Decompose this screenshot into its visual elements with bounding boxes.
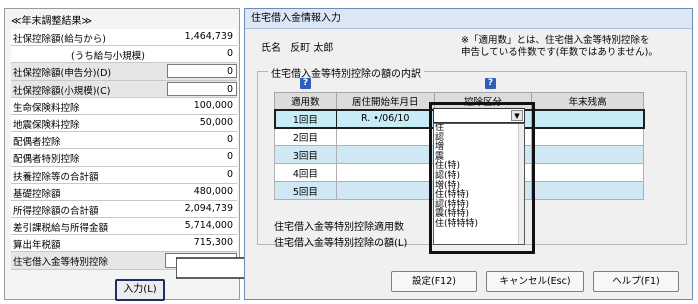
result-value: 0 bbox=[226, 83, 233, 95]
help-icon[interactable]: ? bbox=[300, 78, 311, 89]
group-title: 住宅借入金等特別控除の額の内訳 bbox=[268, 65, 424, 80]
row-number: 5回目 bbox=[274, 181, 337, 200]
note-line: 申告している件数です(年数ではありません)。 bbox=[461, 47, 658, 58]
move-in-date-cell[interactable] bbox=[335, 145, 435, 164]
result-label: 算出年税額 bbox=[13, 240, 61, 252]
result-row: 生命保険料控除 100,000 bbox=[11, 97, 237, 115]
year-end-balance-cell[interactable] bbox=[531, 109, 644, 128]
result-label: 配偶者控除 bbox=[13, 137, 61, 149]
deduction-amount-label: 住宅借入金等特別控除の額(L) bbox=[274, 238, 408, 249]
result-row: 社保控除額(小規模)(C) 0 bbox=[11, 80, 237, 98]
move-in-date-cell[interactable] bbox=[335, 181, 435, 200]
result-row: 地震保険料控除 50,000 bbox=[11, 114, 237, 133]
result-label: 社保控除額(給与から) bbox=[13, 34, 106, 45]
row-number: 3回目 bbox=[274, 145, 337, 164]
row-number: 1回目 bbox=[274, 109, 337, 128]
note: ※「適用数」とは、住宅借入金等特別控除を 申告している件数です(年数ではありませ… bbox=[461, 35, 658, 59]
housing-loan-dialog: 住宅借入金情報入力 氏名 反町 太郎 ※「適用数」とは、住宅借入金等特別控除を … bbox=[244, 8, 693, 300]
result-value: 1,464,739 bbox=[184, 31, 233, 42]
column-header: 居住開始年月日 bbox=[335, 92, 435, 110]
year-end-balance-cell[interactable] bbox=[531, 163, 644, 182]
year-end-balance-cell[interactable] bbox=[531, 181, 644, 200]
result-label: 所得控除額の合計額 bbox=[13, 205, 99, 217]
highlight-frame bbox=[429, 102, 535, 254]
result-list: 社保控除額(給与から) 1,464,739 (うち給与小規模) 0 社保控除額(… bbox=[11, 29, 237, 270]
result-row: 社保控除額(申告分)(D) 0 bbox=[11, 63, 237, 81]
name-label: 氏名 bbox=[261, 43, 281, 54]
input-button[interactable]: 入力(L) bbox=[115, 279, 165, 301]
result-label: 社保控除額(小規模)(C) bbox=[13, 85, 111, 97]
help-button[interactable]: ヘルプ(F1) bbox=[593, 271, 679, 292]
result-value: 100,000 bbox=[193, 99, 233, 111]
result-label: 差引課税給与所得金額 bbox=[13, 223, 109, 235]
cancel-button[interactable]: キャンセル(Esc) bbox=[486, 271, 584, 292]
note-line: ※「適用数」とは、住宅借入金等特別控除を bbox=[461, 35, 650, 46]
result-label: 基礎控除額 bbox=[13, 188, 61, 200]
column-header: 適用数 bbox=[274, 92, 337, 110]
result-row: 差引課税給与所得金額 5,714,000 bbox=[11, 218, 237, 236]
result-label: 配偶者特別控除 bbox=[13, 154, 80, 166]
result-label: (うち給与小規模) bbox=[71, 51, 145, 63]
result-row: 基礎控除額 480,000 bbox=[11, 183, 237, 201]
result-value: 0 bbox=[226, 151, 233, 163]
name-row: 氏名 反町 太郎 bbox=[261, 39, 339, 54]
result-row: 社保控除額(給与から) 1,464,739 bbox=[11, 29, 237, 47]
move-in-date-cell[interactable] bbox=[335, 127, 435, 146]
result-value: 2,094,739 bbox=[184, 202, 233, 214]
year-end-balance-cell[interactable] bbox=[531, 127, 644, 146]
result-row: 扶養控除等の合計額 0 bbox=[11, 166, 237, 184]
result-label: 社保控除額(申告分)(D) bbox=[13, 68, 112, 80]
small-enterprise-field[interactable]: 0 bbox=[167, 81, 237, 96]
result-value: 480,000 bbox=[193, 185, 233, 197]
row-number: 2回目 bbox=[274, 127, 337, 146]
result-label: 扶養控除等の合計額 bbox=[13, 171, 99, 183]
dialog-title: 住宅借入金情報入力 bbox=[245, 9, 692, 29]
employee-name: 反町 太郎 bbox=[290, 43, 334, 54]
column-header: 年末残高 bbox=[531, 92, 644, 110]
year-end-balance-cell[interactable] bbox=[531, 145, 644, 164]
result-value: 0 bbox=[226, 66, 233, 78]
result-value: 5,714,000 bbox=[184, 220, 233, 232]
result-row: (うち給与小規模) 0 bbox=[11, 46, 237, 64]
result-label: 住宅借入金等特別控除 bbox=[13, 257, 109, 269]
result-value: 50,000 bbox=[199, 116, 233, 128]
result-row: 所得控除額の合計額 2,094,739 bbox=[11, 200, 237, 219]
panel-title: ≪年末調整結果≫ bbox=[11, 16, 92, 27]
help-icon[interactable]: ? bbox=[485, 78, 496, 89]
social-insurance-declared-field[interactable]: 0 bbox=[167, 64, 237, 79]
deduction-breakdown-group: 住宅借入金等特別控除の額の内訳 ? ? 適用数 居住開始年月日 控除区分 年末残… bbox=[257, 65, 687, 254]
move-in-date-cell[interactable]: R. •/06/10 bbox=[335, 109, 435, 128]
row-number: 4回目 bbox=[274, 163, 337, 182]
result-value: 0 bbox=[226, 168, 233, 180]
result-value: 0 bbox=[226, 48, 233, 60]
result-label: 地震保険料控除 bbox=[13, 119, 80, 131]
result-row: 配偶者控除 0 bbox=[11, 132, 237, 150]
result-value: 0 bbox=[226, 134, 233, 146]
applied-count-label: 住宅借入金等特別控除適用数 bbox=[274, 222, 404, 233]
set-button[interactable]: 設定(F12) bbox=[391, 271, 477, 292]
result-row: 配偶者特別控除 0 bbox=[11, 149, 237, 167]
result-label: 生命保険料控除 bbox=[13, 102, 80, 114]
move-in-date-cell[interactable] bbox=[335, 163, 435, 182]
